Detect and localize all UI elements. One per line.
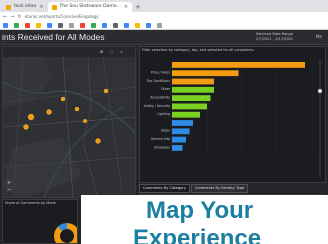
tab-comments-by-category[interactable]: Comments By Category bbox=[139, 184, 190, 193]
terrain-area bbox=[63, 62, 135, 117]
bar bbox=[172, 70, 239, 77]
category-label: Accessibility bbox=[150, 96, 170, 100]
category-label: Stops bbox=[161, 129, 170, 133]
terrain-area bbox=[3, 57, 53, 107]
bookmark-icon[interactable] bbox=[146, 22, 151, 28]
browser-tab-2[interactable]: The Sou Statsware Dame... × bbox=[47, 2, 132, 12]
date-range-label: Selected Date Range bbox=[256, 32, 293, 36]
donut-svg[interactable] bbox=[3, 200, 78, 244]
category-label: Other bbox=[161, 87, 171, 91]
bookmark-icon[interactable] bbox=[36, 22, 41, 28]
bookmark-icon[interactable] bbox=[124, 22, 129, 28]
address-bar: ← → ↻ eturas.net/eports/Coinsive/Eingola… bbox=[0, 12, 328, 21]
incident-point bbox=[83, 119, 87, 123]
bookmark-icon[interactable] bbox=[3, 22, 8, 28]
map-canvas[interactable]: + − bbox=[3, 47, 136, 198]
bookmark-icon[interactable] bbox=[113, 22, 118, 28]
overlay-subtitle: Experience bbox=[133, 225, 262, 244]
incident-point bbox=[95, 138, 101, 144]
browser-tab-bar: tock eitae × The Sou Statsware Dame... ×… bbox=[0, 0, 328, 12]
bar bbox=[172, 62, 305, 68]
category-label: Lighting bbox=[157, 112, 170, 116]
bar bbox=[172, 128, 190, 135]
incident-point bbox=[74, 106, 80, 112]
promo-overlay: Map Your Experience bbox=[81, 195, 328, 244]
bar bbox=[172, 136, 186, 143]
back-icon[interactable]: ← bbox=[3, 14, 7, 20]
tab-favicon-icon bbox=[51, 4, 57, 10]
bookmark-icon[interactable] bbox=[58, 22, 63, 28]
incident-point bbox=[27, 113, 35, 121]
tab-label: The Sou Statsware Dame... bbox=[59, 4, 121, 9]
road-line bbox=[3, 116, 135, 128]
category-label: Safety / Security bbox=[144, 104, 170, 108]
bar bbox=[172, 103, 207, 110]
bar bbox=[172, 78, 214, 85]
category-bar-chart[interactable]: Filter selection by category, top, and s… bbox=[139, 46, 326, 183]
bar bbox=[172, 120, 193, 126]
bookmark-icon[interactable] bbox=[135, 22, 140, 28]
bar bbox=[172, 95, 211, 101]
bar bbox=[172, 111, 200, 118]
forward-icon[interactable]: → bbox=[10, 14, 14, 20]
screen: tock eitae × The Sou Statsware Dame... ×… bbox=[0, 0, 328, 244]
close-icon[interactable]: × bbox=[124, 2, 128, 12]
bookmarks-bar bbox=[0, 21, 328, 30]
mode-donut-chart[interactable]: Share of Comments by Mode bbox=[2, 199, 78, 244]
tab-comments-by-identity[interactable]: Comments By Identity Type bbox=[190, 184, 249, 193]
chart-tabs: Comments By Category Comments By Identit… bbox=[139, 184, 326, 193]
incident-map[interactable]: ⊞ ⛶ ⌕ + − bbox=[2, 46, 136, 198]
bookmark-icon[interactable] bbox=[25, 22, 30, 28]
reload-icon[interactable]: ↻ bbox=[17, 14, 21, 20]
bookmark-icon[interactable] bbox=[157, 22, 162, 28]
date-range: Selected Date Range 2/7/2021 - 2/17/2021 bbox=[256, 32, 293, 41]
category-label: Trip Conditions bbox=[145, 79, 170, 83]
scrollbar-thumb bbox=[318, 89, 322, 93]
date-range-value: 2/7/2021 - 2/17/2021 bbox=[256, 36, 294, 41]
tab-label: tock eitae bbox=[14, 4, 37, 9]
bar bbox=[172, 145, 183, 151]
browser-tab-1[interactable]: tock eitae × bbox=[2, 2, 48, 12]
category-label: Schedules bbox=[154, 145, 171, 149]
incident-point bbox=[46, 109, 52, 115]
incident-point bbox=[103, 88, 109, 94]
dashboard-title: ints Received for All Modes bbox=[2, 32, 105, 42]
overlay-title: Map Your bbox=[146, 197, 254, 224]
url-field[interactable]: eturas.net/eports/Coinsive/Eingolagy bbox=[25, 14, 99, 19]
bookmark-icon[interactable] bbox=[47, 22, 52, 28]
menu-button[interactable]: Me bbox=[316, 34, 322, 39]
bookmark-icon[interactable] bbox=[80, 22, 85, 28]
bookmark-icon[interactable] bbox=[91, 22, 96, 28]
dashboard-header: ints Received for All Modes Selected Dat… bbox=[0, 30, 328, 45]
new-tab-button[interactable]: + bbox=[132, 2, 144, 12]
incident-point bbox=[23, 124, 29, 130]
tab-favicon-icon bbox=[6, 4, 11, 10]
bar bbox=[172, 86, 214, 93]
zoom-out-icon: − bbox=[7, 187, 11, 193]
bookmark-icon[interactable] bbox=[14, 22, 19, 28]
category-label: Service Info bbox=[151, 137, 170, 141]
category-label: Price / Fares bbox=[151, 71, 171, 75]
close-icon[interactable]: × bbox=[39, 2, 43, 12]
incident-point bbox=[60, 96, 66, 102]
bookmark-icon[interactable] bbox=[102, 22, 107, 28]
zoom-in-icon: + bbox=[7, 180, 11, 186]
bookmark-icon[interactable] bbox=[69, 22, 74, 28]
category-bar-chart-svg[interactable]: Price / Fares Trip Conditions Other Accessi… bbox=[140, 47, 327, 184]
